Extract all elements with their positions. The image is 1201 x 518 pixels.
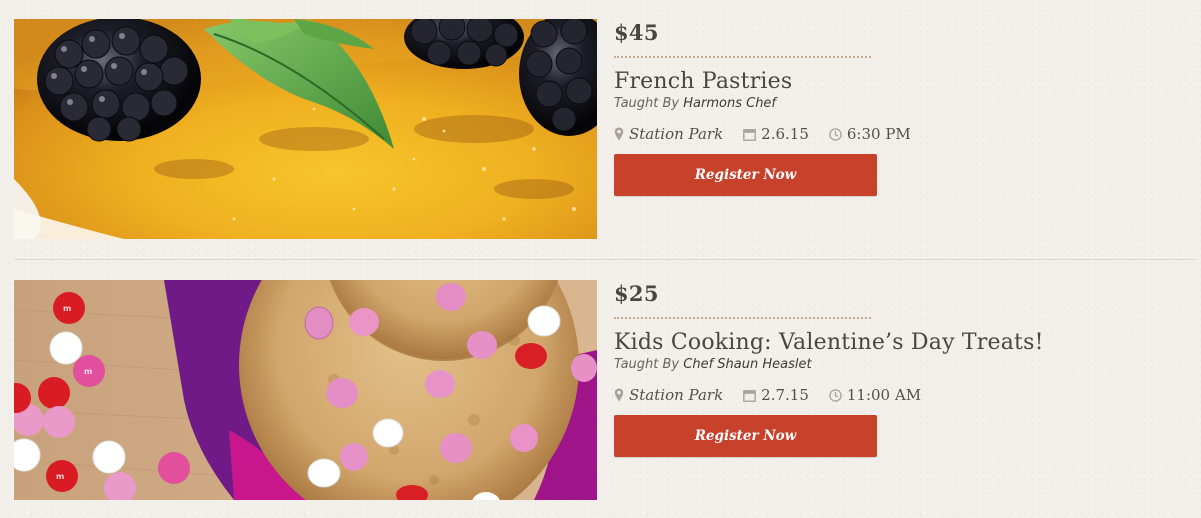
map-pin-icon [614, 127, 624, 141]
location-info: Station Park [614, 386, 723, 404]
calendar-icon [743, 389, 757, 402]
date-info: 2.7.15 [743, 386, 809, 404]
date-info: 2.6.15 [743, 125, 809, 143]
svg-text:m: m [63, 304, 71, 313]
valentine-cookies-photo: m m m [14, 280, 597, 500]
instructor-line: Taught By Chef Shaun Heaslet [614, 357, 812, 372]
svg-text:m: m [84, 367, 92, 376]
calendar-icon [743, 128, 757, 141]
time-info: 11:00 AM [829, 386, 921, 404]
clock-icon [829, 388, 842, 402]
time-info: 6:30 PM [829, 125, 911, 143]
creme-brulee-photo [14, 19, 597, 239]
class-listing-card: m m m $25 Kids Cooking: Valentine’s Day Tr… [0, 261, 1201, 501]
taught-by-label: Taught By [614, 357, 680, 372]
taught-by-label: Taught By [614, 96, 680, 111]
svg-text:m: m [56, 472, 64, 481]
class-listing-card: $45 French Pastries Taught By Harmons Ch… [0, 0, 1201, 240]
class-image-creme-brulee[interactable] [14, 19, 597, 239]
class-title[interactable]: French Pastries [614, 69, 792, 94]
class-date: 2.7.15 [761, 386, 809, 404]
instructor-name: Chef Shaun Heaslet [683, 357, 812, 372]
class-time: 6:30 PM [846, 125, 911, 143]
listing-divider [14, 259, 1195, 260]
class-price: $25 [614, 281, 659, 306]
class-title[interactable]: Kids Cooking: Valentine’s Day Treats! [614, 330, 1044, 355]
class-price: $45 [614, 20, 659, 45]
instructor-name: Harmons Chef [683, 96, 777, 111]
class-image-valentine-cookies[interactable]: m m m [14, 280, 597, 500]
register-now-button[interactable]: Register Now [614, 415, 877, 457]
map-pin-icon [614, 388, 624, 402]
class-date: 2.6.15 [761, 125, 809, 143]
price-divider [614, 56, 871, 58]
price-divider [614, 317, 871, 319]
clock-icon [829, 127, 842, 141]
class-meta: Station Park 2.7.15 11:00 AM [614, 385, 941, 405]
register-now-button[interactable]: Register Now [614, 154, 877, 196]
location-name: Station Park [629, 386, 724, 404]
class-meta: Station Park 2.6.15 6:30 PM [614, 124, 931, 144]
location-name: Station Park [629, 125, 724, 143]
class-time: 11:00 AM [846, 386, 922, 404]
instructor-line: Taught By Harmons Chef [614, 96, 776, 111]
location-info: Station Park [614, 125, 723, 143]
